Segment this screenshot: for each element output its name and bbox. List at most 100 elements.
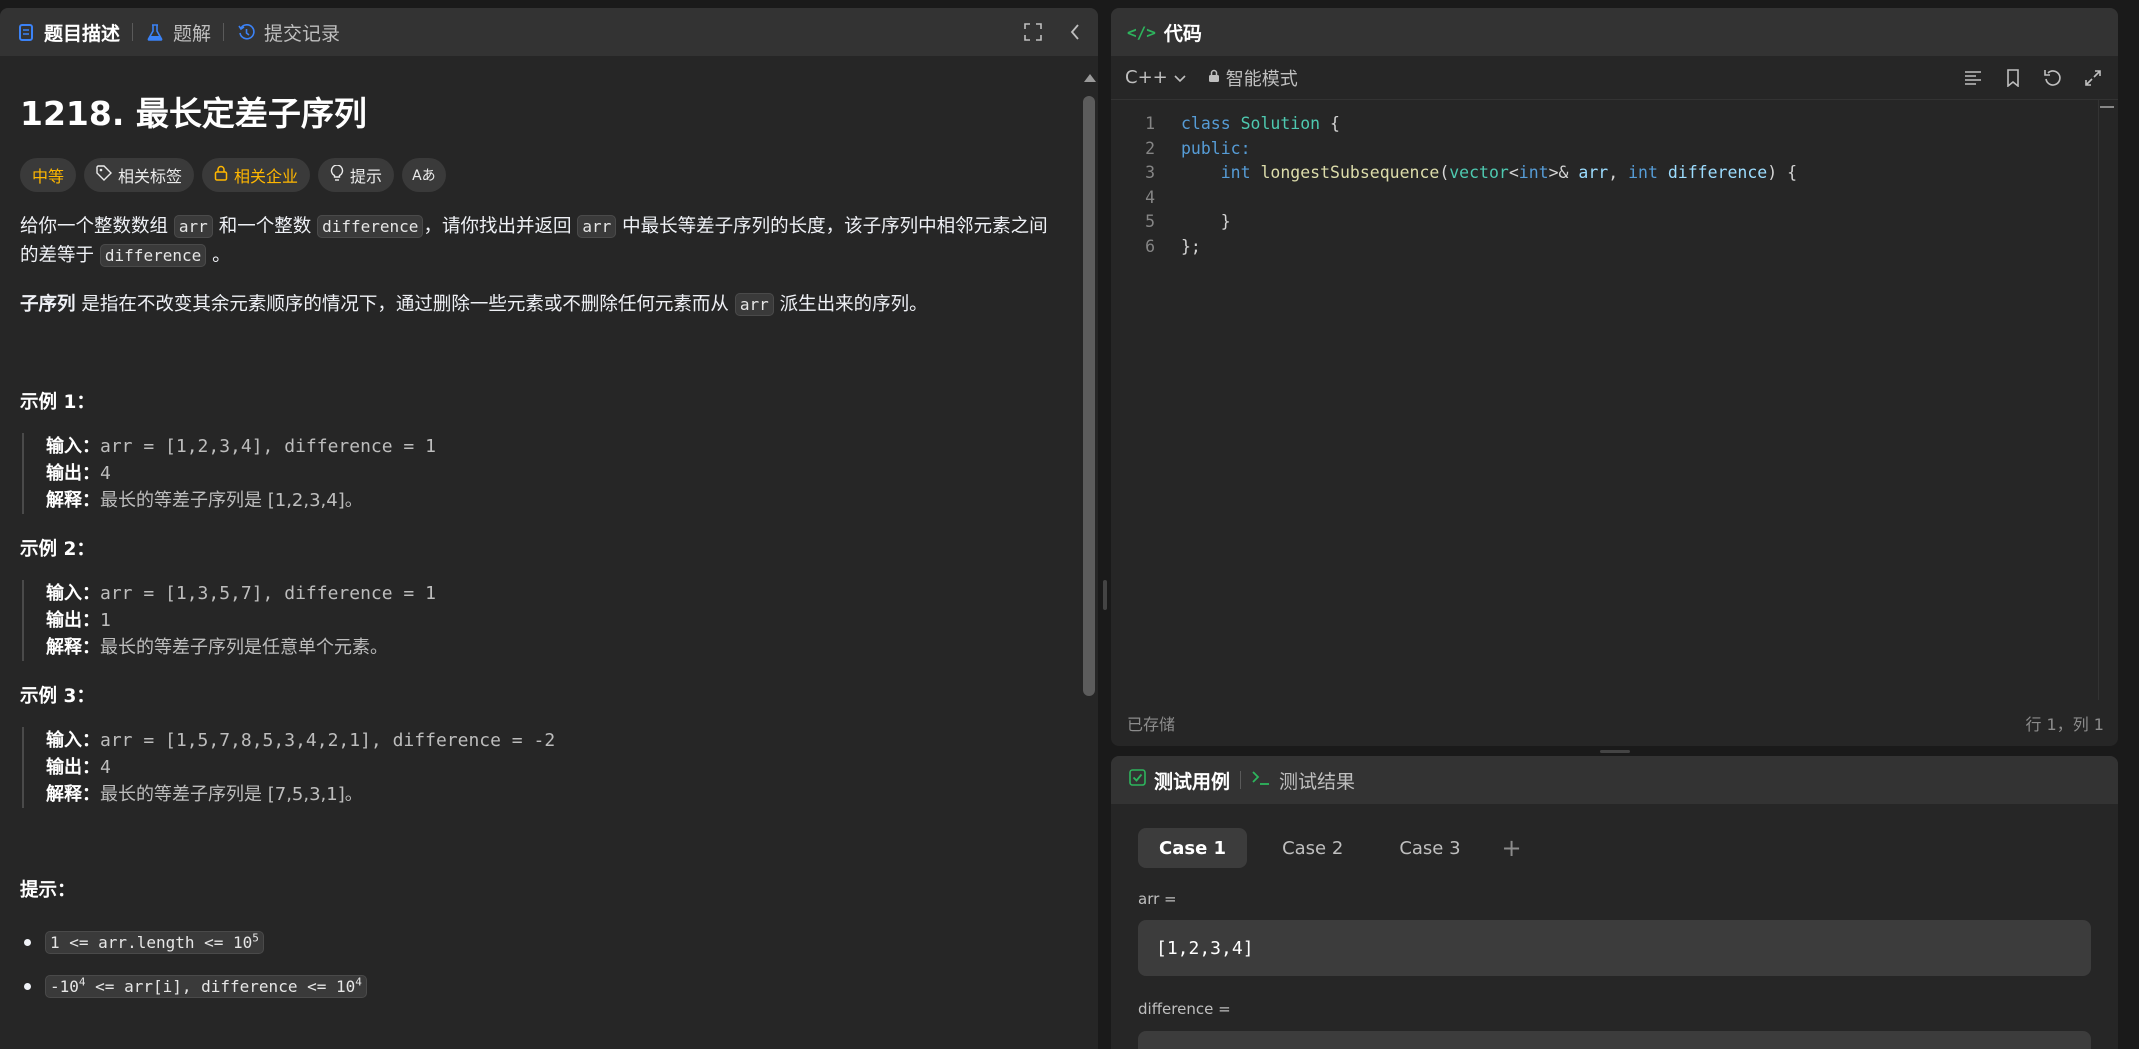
description-paragraph-2: 子序列 是指在不改变其余元素顺序的情况下，通过删除一些元素或不删除任何元素而从 … <box>20 290 1060 319</box>
arr-input[interactable]: [1,2,3,4] <box>1138 920 2091 976</box>
code-line: 4 <box>1111 186 2118 211</box>
example-output: 输出：4 <box>46 754 1060 781</box>
case-tab-2[interactable]: Case 2 <box>1261 828 1364 868</box>
line-content: public: <box>1155 137 1251 162</box>
keyword: int <box>1628 163 1658 182</box>
document-icon <box>16 22 36 42</box>
translate-icon: Aあ <box>412 168 436 184</box>
case-tab-3[interactable]: Case 3 <box>1378 828 1481 868</box>
difference-input[interactable]: 1 <box>1138 1031 2091 1049</box>
line-content <box>1155 186 1181 211</box>
constraint-text: -10 <box>50 976 79 996</box>
type-name: Solution <box>1240 114 1321 133</box>
tab-solutions[interactable]: 题解 <box>145 8 223 56</box>
problem-content: 1218. 最长定差子序列 中等 相关标签 相关企业 提示 Aあ 给你一个整数数… <box>0 56 1080 1049</box>
add-case-button[interactable]: + <box>1502 834 1522 862</box>
explanation-label: 解释： <box>46 490 100 511</box>
constraint-text: 1 <= arr.length <= 10 <box>50 932 253 952</box>
tab-test-results[interactable]: 测试结果 <box>1251 767 1355 794</box>
inline-code: arr <box>734 293 774 316</box>
example-explanation: 解释：最长的等差子序列是 [7,5,3,1]。 <box>46 781 1060 808</box>
scroll-up-icon[interactable] <box>1084 74 1096 82</box>
vertical-resize-handle[interactable] <box>1103 580 1107 610</box>
language-label: C++ <box>1125 67 1168 88</box>
desc-text: 是指在不改变其余元素顺序的情况下，通过删除一些元素或不删除任何元素而从 <box>81 294 729 315</box>
example-3: 示例 3： 输入：arr = [1,5,7,8,5,3,4,2,1], diff… <box>20 683 1060 808</box>
constraint-exponent: 4 <box>355 975 362 989</box>
explanation-label: 解释： <box>46 784 100 805</box>
output-label: 输出： <box>46 757 100 778</box>
code-text: , <box>1608 163 1629 182</box>
expand-icon[interactable] <box>2082 67 2104 89</box>
example-title: 示例 2： <box>20 539 95 560</box>
scrollbar-thumb[interactable] <box>1083 96 1095 696</box>
code-text: < <box>1508 163 1519 182</box>
line-content: int longestSubsequence(vector<int>& arr,… <box>1155 161 1797 186</box>
desc-bold-term: 子序列 <box>20 294 76 315</box>
history-icon <box>236 22 256 42</box>
fullscreen-icon[interactable] <box>1022 21 1044 43</box>
mode-label: 智能模式 <box>1225 68 1298 90</box>
case-tab-1[interactable]: Case 1 <box>1138 828 1248 868</box>
tab-divider <box>223 23 225 41</box>
constraint-exponent: 5 <box>252 931 259 945</box>
code-text: ) { <box>1767 163 1798 182</box>
editor-status-bar: 已存储 行 1，列 1 <box>1111 700 2118 746</box>
example-output: 输出：4 <box>46 460 1060 487</box>
collapse-icon[interactable] <box>1064 21 1086 43</box>
horizontal-resize-handle[interactable] <box>1600 750 1630 753</box>
desc-text: 派生出来的序列。 <box>779 294 928 315</box>
example-input: 输入：arr = [1,2,3,4], difference = 1 <box>46 433 1060 460</box>
code-editor[interactable]: 1 class Solution { 2 public: 3 int longe… <box>1111 100 2118 700</box>
tab-solutions-label: 题解 <box>173 22 212 45</box>
example-1: 示例 1： 输入：arr = [1,2,3,4], difference = 1… <box>20 389 1060 514</box>
line-number: 5 <box>1145 212 1155 231</box>
example-box: 输入：arr = [1,2,3,4], difference = 1 输出：4 … <box>22 433 1060 514</box>
language-select[interactable]: C++ <box>1125 67 1186 88</box>
variable: difference <box>1667 163 1768 182</box>
description-paragraph-1: 给你一个整数数组 arr 和一个整数 difference ，请你找出并返回 ar… <box>20 212 1060 270</box>
tab-description-label: 题目描述 <box>44 22 121 45</box>
input-value: arr = [1,3,5,7], difference = 1 <box>100 583 436 604</box>
example-title: 示例 1： <box>20 392 95 413</box>
desc-text: 。 <box>212 245 231 266</box>
input-label: 输入： <box>46 436 100 457</box>
code-toolbar: C++ 智能模式 <box>1111 56 2118 100</box>
tab-submissions[interactable]: 提交记录 <box>236 8 352 56</box>
line-number: 4 <box>1145 187 1155 207</box>
tab-testcases[interactable]: 测试用例 <box>1129 767 1230 794</box>
bullet <box>24 982 31 990</box>
explanation-value: 最长的等差子序列是 [1,2,3,4]。 <box>100 490 363 511</box>
line-content: class Solution { <box>1155 112 1340 137</box>
example-box: 输入：arr = [1,5,7,8,5,3,4,2,1], difference… <box>22 727 1060 808</box>
reset-icon[interactable] <box>2042 67 2064 89</box>
cursor-position: 行 1，列 1 <box>2025 715 2104 734</box>
hint-button[interactable]: 提示 <box>318 158 395 192</box>
constraint-text: <= arr[i], difference <= 10 <box>85 976 356 996</box>
tag-icon <box>96 165 113 185</box>
scrollbar[interactable] <box>1080 56 1098 1049</box>
type-name: vector <box>1449 163 1509 182</box>
code-line: 6 }; <box>1111 235 2118 260</box>
tab-description[interactable]: 题目描述 <box>16 8 132 56</box>
lock-icon <box>1208 67 1220 88</box>
tab-submissions-label: 提交记录 <box>264 22 341 45</box>
format-icon[interactable] <box>1962 67 1984 89</box>
related-companies-button[interactable]: 相关企业 <box>202 158 311 192</box>
inline-code: arr <box>577 215 617 238</box>
constraint-item: -104 <= arr[i], difference <= 104 <box>20 964 1060 1008</box>
smart-mode-toggle[interactable]: 智能模式 <box>1208 65 1298 91</box>
example-output: 输出：1 <box>46 607 1060 634</box>
related-tags-button[interactable]: 相关标签 <box>84 158 195 192</box>
constraint-code: -104 <= arr[i], difference <= 104 <box>45 974 367 998</box>
input-label: 输入： <box>46 583 100 604</box>
code-line: 3 int longestSubsequence(vector<int>& ar… <box>1111 161 2118 186</box>
line-number: 6 <box>1145 236 1155 256</box>
translate-button[interactable]: Aあ <box>402 158 446 192</box>
code-line: 1 class Solution { <box>1111 112 2118 137</box>
inline-code: difference <box>99 244 207 267</box>
editor-scrollbar[interactable] <box>2098 100 2118 700</box>
output-value: 1 <box>100 610 111 631</box>
bookmark-icon[interactable] <box>2002 67 2024 89</box>
difficulty-badge[interactable]: 中等 <box>20 158 77 192</box>
